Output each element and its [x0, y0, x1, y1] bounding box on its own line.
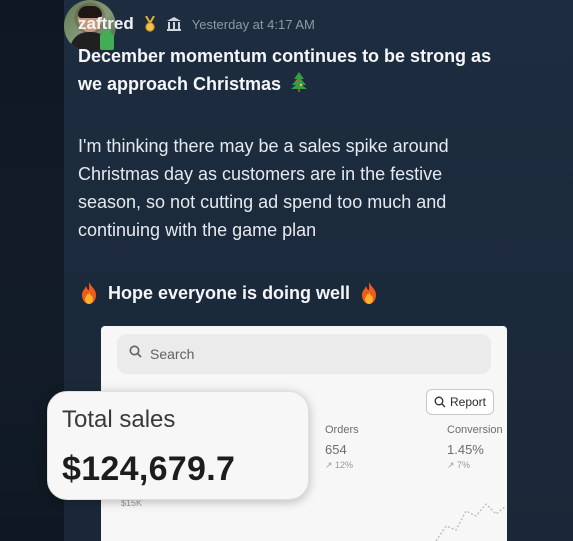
body-line-4: continuing with the game plan [78, 220, 317, 240]
search-placeholder: Search [150, 346, 195, 362]
orders-label: Orders [325, 424, 359, 436]
timestamp: Yesterday at 4:17 AM [191, 16, 315, 32]
closing-line: Hope everyone is doing well [78, 282, 380, 304]
christmas-tree-icon [291, 72, 308, 100]
fire-icon [358, 282, 380, 304]
title-line-1: December momentum continues to be strong… [78, 46, 492, 66]
title-line-2: we approach Christmas [78, 70, 558, 100]
message-title: December momentum continues to be strong… [78, 42, 558, 100]
total-sales-label: Total sales [62, 406, 176, 433]
conversion-label: Conversion [447, 424, 503, 436]
body-line-2: Christmas day as customers are in the fe… [78, 164, 443, 184]
message-body: I'm thinking there may be a sales spike … [78, 132, 548, 244]
username[interactable]: zaftred [78, 14, 134, 34]
bank-icon [166, 15, 182, 33]
total-sales-card: Total sales $124,679.7 [47, 391, 309, 500]
sales-chart-line [435, 503, 507, 541]
body-line-3: season, so not cutting ad spend too much… [78, 192, 447, 212]
total-sales-value: $124,679.7 [62, 450, 236, 488]
report-label: Report [449, 395, 487, 409]
fire-icon [78, 282, 100, 304]
body-line-1: I'm thinking there may be a sales spike … [78, 136, 449, 156]
message-header: zaftred Yesterday at 4:17 AM [78, 13, 315, 35]
orders-stat: Orders 654 ↗ 12% [325, 424, 405, 471]
report-button[interactable]: Report [426, 389, 494, 415]
medal-icon [142, 15, 158, 33]
report-icon [434, 396, 446, 408]
search-bar[interactable]: Search [117, 334, 491, 374]
orders-delta: ↗ 12% [325, 460, 354, 470]
conversion-stat: Conversion 1.45% ↗ 7% [447, 424, 507, 471]
search-icon [129, 345, 142, 363]
conversion-value: 1.45% [447, 442, 484, 457]
closing-text: Hope everyone is doing well [108, 282, 351, 303]
orders-value: 654 [325, 442, 347, 457]
title-line-2-text: we approach Christmas [78, 74, 282, 94]
conversion-delta: ↗ 7% [447, 460, 471, 470]
